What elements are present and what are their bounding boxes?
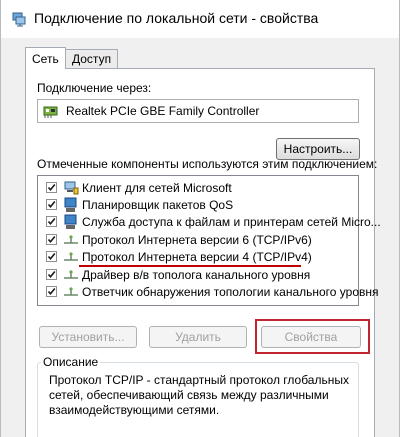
checkbox[interactable] bbox=[46, 286, 57, 297]
adapter-name: Realtek PCIe GBE Family Controller bbox=[66, 104, 260, 118]
list-item-label: Клиент для сетей Microsoft bbox=[82, 181, 232, 195]
list-item[interactable]: Планировщик пакетов QoS bbox=[46, 197, 358, 213]
properties-dialog: Подключение по локальной сети - свойства… bbox=[0, 0, 400, 437]
annotation-underline bbox=[79, 265, 301, 267]
description-text: Протокол TCP/IP - стандартный протокол г… bbox=[49, 373, 349, 417]
list-item[interactable]: Протокол Интернета версии 4 (TCP/IPv4) bbox=[46, 249, 358, 265]
checkbox[interactable] bbox=[46, 234, 57, 245]
adapter-field: Realtek PCIe GBE Family Controller bbox=[37, 99, 359, 123]
list-item-label: Драйвер в/в тополога канального уровня bbox=[82, 268, 311, 282]
list-item-label: Служба доступа к файлам и принтерам сете… bbox=[82, 215, 381, 229]
list-item-label: Протокол Интернета версии 4 (TCP/IPv4) bbox=[82, 250, 312, 264]
list-item[interactable]: Служба доступа к файлам и принтерам сете… bbox=[46, 214, 381, 230]
list-item-label: Протокол Интернета версии 6 (TCP/IPv6) bbox=[82, 233, 312, 247]
network-icon bbox=[11, 11, 27, 27]
description-title: Описание bbox=[41, 355, 101, 369]
network-adapter-icon bbox=[43, 103, 59, 119]
annotation-highlight-box bbox=[255, 319, 370, 354]
window-title: Подключение по локальной сети - свойства bbox=[34, 10, 319, 26]
checkbox[interactable] bbox=[46, 251, 57, 262]
protocol-icon bbox=[63, 267, 79, 283]
protocol-icon bbox=[63, 232, 79, 248]
service-icon bbox=[63, 214, 79, 230]
connect-using-label: Подключение через: bbox=[37, 81, 152, 95]
protocol-icon bbox=[63, 249, 79, 265]
tab-network[interactable]: Сеть bbox=[25, 47, 66, 69]
list-item-label: Ответчик обнаружения топологии канальног… bbox=[82, 285, 379, 299]
checkbox[interactable] bbox=[46, 199, 57, 210]
checkbox[interactable] bbox=[46, 269, 57, 280]
tab-sharing[interactable]: Доступ bbox=[65, 49, 119, 68]
service-icon bbox=[63, 197, 79, 213]
list-item-label: Планировщик пакетов QoS bbox=[82, 198, 234, 212]
tab-strip: Сеть Доступ bbox=[25, 47, 375, 69]
components-list[interactable]: Клиент для сетей Microsoft Планировщик п… bbox=[37, 175, 381, 306]
checkbox[interactable] bbox=[46, 216, 57, 227]
network-client-icon bbox=[63, 180, 79, 196]
install-button[interactable]: Установить... bbox=[39, 326, 137, 348]
protocol-icon bbox=[63, 284, 79, 300]
title-bar[interactable]: Подключение по локальной сети - свойства bbox=[1, 0, 399, 38]
list-item[interactable]: Клиент для сетей Microsoft bbox=[46, 180, 358, 196]
uninstall-button[interactable]: Удалить bbox=[149, 326, 247, 348]
list-item[interactable]: Ответчик обнаружения топологии канальног… bbox=[46, 284, 379, 300]
components-header: Отмеченные компоненты используются этим … bbox=[37, 157, 378, 171]
list-item[interactable]: Драйвер в/в тополога канального уровня bbox=[46, 267, 358, 283]
list-item[interactable]: Протокол Интернета версии 6 (TCP/IPv6) bbox=[46, 232, 358, 248]
checkbox[interactable] bbox=[46, 182, 57, 193]
